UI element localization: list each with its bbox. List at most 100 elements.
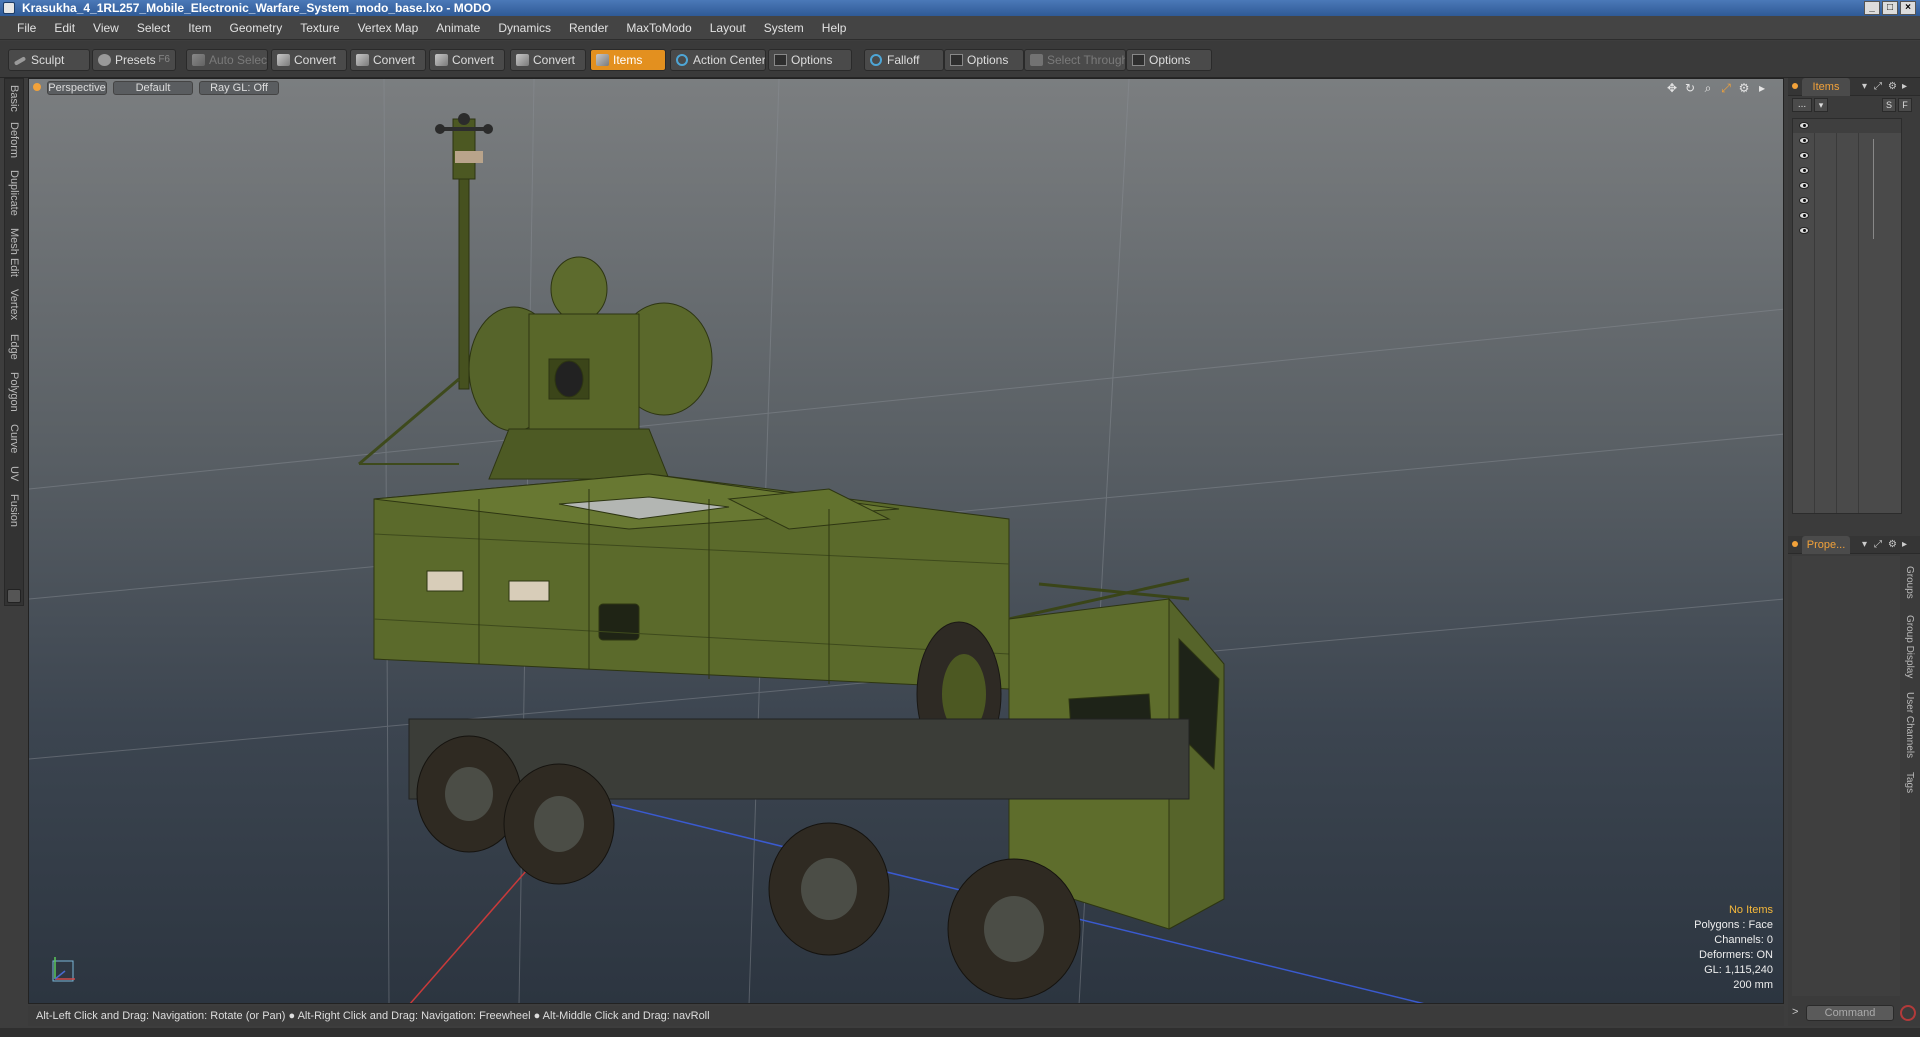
tab-polygon[interactable]: Polygon [5, 369, 23, 415]
panel-arrow-icon[interactable]: ▸ [1902, 538, 1907, 552]
eye-icon[interactable] [1799, 197, 1809, 204]
tab-duplicate[interactable]: Duplicate [5, 167, 23, 219]
menu-dynamics[interactable]: Dynamics [489, 16, 560, 40]
panel-settings-icon[interactable]: ⚙ [1888, 538, 1897, 552]
menu-geometry[interactable]: Geometry [221, 16, 292, 40]
close-button[interactable]: × [1900, 1, 1916, 15]
menu-maxtomodo[interactable]: MaxToModo [617, 16, 700, 40]
sculpt-button[interactable]: Sculpt [8, 49, 90, 71]
convert-label-3: Convert [452, 53, 495, 67]
eye-icon[interactable] [1799, 182, 1809, 189]
tab-tags[interactable]: Tags [1901, 768, 1917, 798]
panel-settings-icon[interactable]: ⚙ [1888, 80, 1897, 94]
convert-button-1[interactable]: Convert [271, 49, 347, 71]
items-dropdown-icon[interactable]: ▾ [1814, 98, 1828, 112]
eye-icon[interactable] [1799, 137, 1809, 144]
items-list[interactable] [1792, 118, 1902, 514]
select-through-button[interactable]: Select Through [1024, 49, 1126, 71]
hierarchy-line [1873, 139, 1874, 239]
tab-items[interactable]: Items [1802, 78, 1850, 96]
tab-curve[interactable]: Curve [5, 421, 23, 457]
viewport-menu-dot-icon[interactable] [33, 83, 41, 91]
panel-expand-icon[interactable]: ⤢ [1874, 538, 1882, 552]
eye-icon[interactable] [1799, 227, 1809, 234]
options-label-2: Options [967, 53, 1009, 67]
minimize-button[interactable]: _ [1864, 1, 1880, 15]
select-through-icon [1030, 54, 1043, 66]
falloff-button[interactable]: Falloff [864, 49, 944, 71]
panel-dropdown-icon[interactable]: ▾ [1862, 538, 1867, 552]
options-button-3[interactable]: Options [1126, 49, 1212, 71]
tab-group-display[interactable]: Group Display [1901, 612, 1917, 682]
tab-properties[interactable]: Prope... [1802, 536, 1850, 554]
convert-button-4[interactable]: Convert [510, 49, 586, 71]
menu-vertex-map[interactable]: Vertex Map [349, 16, 428, 40]
checkbox-icon [950, 54, 963, 66]
checkbox-icon [1132, 54, 1145, 66]
auto-select-button[interactable]: Auto Select [186, 49, 268, 71]
panel-expand-icon[interactable]: ⤢ [1874, 80, 1882, 94]
panel-menu-dot-icon[interactable] [1792, 83, 1798, 89]
convert-button-2[interactable]: Convert [350, 49, 426, 71]
options-label-1: Options [791, 53, 833, 67]
fit-icon[interactable]: ⤢ [1719, 81, 1733, 95]
tab-mesh-edit[interactable]: Mesh Edit [5, 225, 23, 279]
tab-groups[interactable]: Groups [1901, 560, 1917, 604]
raygl-dropdown[interactable]: Ray GL: Off [199, 81, 279, 95]
3d-viewport[interactable]: Perspective Default Ray GL: Off ✥ ↻ ⌕ ⤢ … [28, 78, 1784, 1004]
checkbox-icon [774, 54, 787, 66]
action-center-button[interactable]: Action Center [670, 49, 766, 71]
presets-button[interactable]: Presets F6 [92, 49, 176, 71]
panel-menu-dot-icon[interactable] [1792, 541, 1798, 547]
viewport-settings-icon[interactable]: ⚙ [1737, 81, 1751, 95]
items-s-button[interactable]: S [1882, 98, 1896, 112]
presets-icon [98, 54, 111, 66]
tab-toggle-button[interactable] [7, 589, 21, 603]
menu-render[interactable]: Render [560, 16, 617, 40]
maximize-button[interactable]: □ [1882, 1, 1898, 15]
rotate-icon[interactable]: ↻ [1683, 81, 1697, 95]
eye-icon[interactable] [1799, 212, 1809, 219]
panel-dropdown-icon[interactable]: ▾ [1862, 80, 1867, 94]
tab-edge[interactable]: Edge [5, 331, 23, 363]
command-input[interactable]: Command [1806, 1005, 1894, 1021]
tab-deform[interactable]: Deform [5, 119, 23, 161]
menu-bar: File Edit View Select Item Geometry Text… [0, 16, 1920, 40]
view-type-dropdown[interactable]: Perspective [47, 81, 107, 95]
options-button-2[interactable]: Options [944, 49, 1024, 71]
tab-basic[interactable]: Basic [5, 83, 23, 113]
shading-dropdown[interactable]: Default [113, 81, 193, 95]
tab-user-channels[interactable]: User Channels [1901, 690, 1917, 760]
eye-icon[interactable] [1799, 122, 1809, 129]
menu-texture[interactable]: Texture [291, 16, 348, 40]
zoom-icon[interactable]: ⌕ [1701, 81, 1715, 95]
eye-icon[interactable] [1799, 152, 1809, 159]
tab-vertex[interactable]: Vertex [5, 285, 23, 325]
convert-button-3[interactable]: Convert [429, 49, 505, 71]
pan-icon[interactable]: ✥ [1665, 81, 1679, 95]
tab-fusion[interactable]: Fusion [5, 491, 23, 531]
options-button-1[interactable]: Options [768, 49, 852, 71]
items-mode-button[interactable]: Items [590, 49, 666, 71]
menu-file[interactable]: File [8, 16, 45, 40]
eye-icon[interactable] [1799, 167, 1809, 174]
options-label-3: Options [1149, 53, 1191, 67]
items-f-button[interactable]: F [1898, 98, 1912, 112]
command-record-icon[interactable] [1900, 1005, 1916, 1021]
tab-uv[interactable]: UV [5, 463, 23, 485]
viewport-header: Perspective Default Ray GL: Off ✥ ↻ ⌕ ⤢ … [29, 79, 1783, 97]
menu-help[interactable]: Help [813, 16, 856, 40]
menu-view[interactable]: View [84, 16, 128, 40]
menu-item[interactable]: Item [179, 16, 220, 40]
panel-arrow-icon[interactable]: ▸ [1902, 80, 1907, 94]
menu-animate[interactable]: Animate [427, 16, 489, 40]
expand-arrow-icon[interactable]: ▸ [1755, 81, 1769, 95]
select-through-label: Select Through [1047, 53, 1126, 67]
menu-select[interactable]: Select [128, 16, 179, 40]
items-menu-button[interactable]: ... [1792, 98, 1812, 112]
gl-polycount-info: GL: 1,115,240 [1704, 964, 1773, 976]
menu-system[interactable]: System [755, 16, 813, 40]
menu-layout[interactable]: Layout [701, 16, 755, 40]
convert-icon [516, 54, 529, 66]
menu-edit[interactable]: Edit [45, 16, 84, 40]
